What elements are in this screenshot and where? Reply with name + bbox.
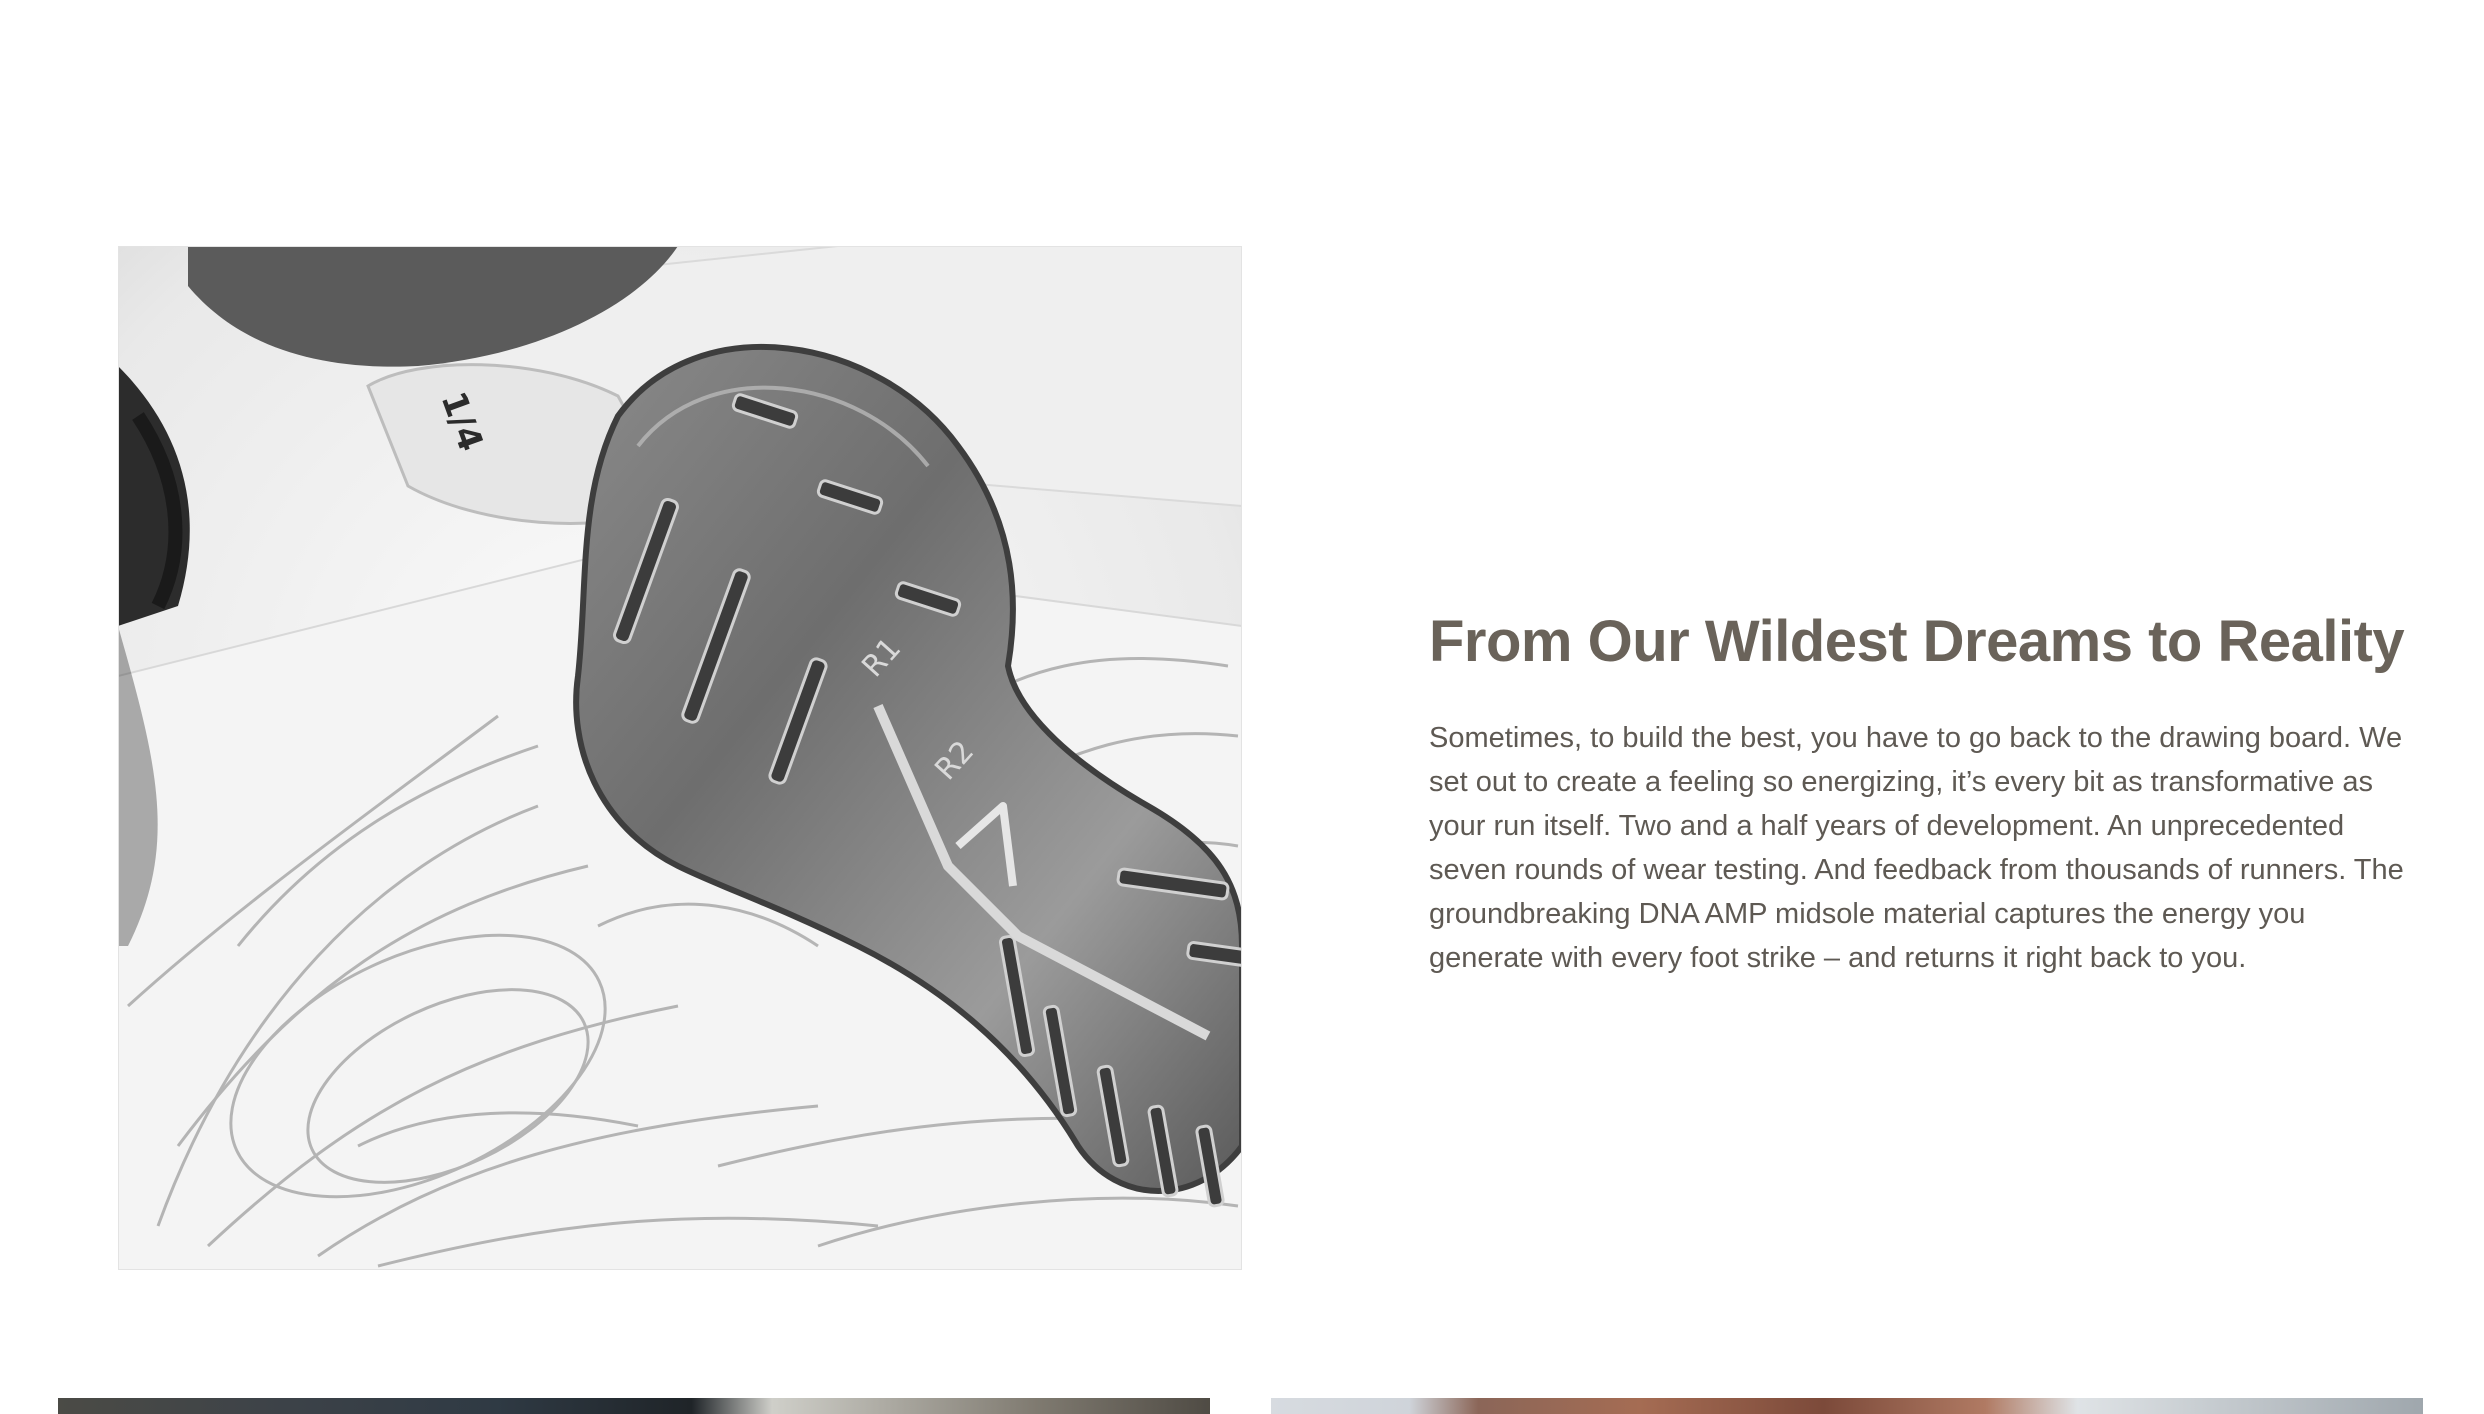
feature-text-block: From Our Wildest Dreams to Reality Somet…	[1429, 604, 2429, 980]
feature-image: 1/4 R1 R2	[118, 246, 1242, 1270]
bottom-tile-left[interactable]	[58, 1398, 1210, 1414]
previous-section-edge	[800, 0, 1580, 6]
feature-headline: From Our Wildest Dreams to Reality	[1429, 609, 2405, 674]
bottom-tile-right[interactable]	[1271, 1398, 2423, 1414]
page: 1/4 R1 R2 From Our Wildest Dreams to Rea…	[0, 0, 2484, 1414]
feature-body: Sometimes, to build the best, you have t…	[1429, 722, 2404, 974]
shoe-sole-sketch-illustration: 1/4 R1 R2	[118, 246, 1242, 1270]
